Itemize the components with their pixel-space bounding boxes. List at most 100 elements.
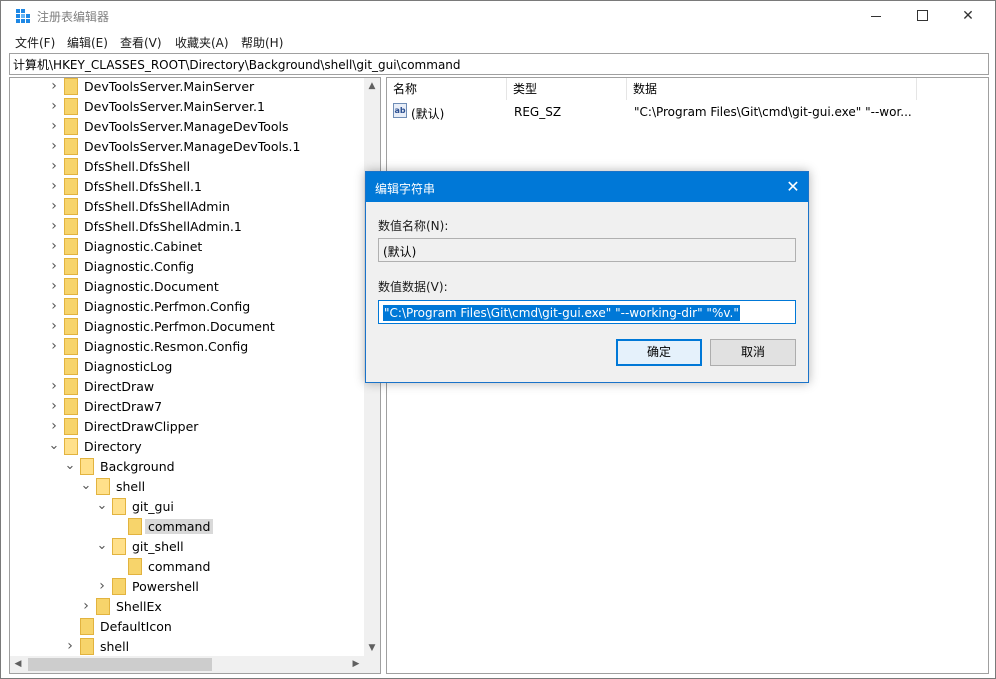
column-data-header[interactable]: 数据 [627,78,917,100]
tree-item[interactable]: › DevToolsServer.ManageDevTools.1 [10,137,360,157]
ok-button[interactable]: 确定 [616,339,702,366]
value-data-label: 数值数据(V): [378,280,448,294]
tree-item[interactable]: ⌄ git_gui [10,497,360,517]
chevron-right-icon[interactable]: › [48,259,60,273]
folder-icon [64,438,78,455]
menu-view[interactable]: 查看(V) [120,34,162,51]
chevron-down-icon[interactable]: ⌄ [80,479,92,492]
value-data: "C:\Program Files\Git\cmd\git-gui.exe" "… [634,105,912,119]
folder-icon [128,558,142,575]
scroll-thumb[interactable] [28,658,212,671]
chevron-right-icon[interactable]: › [48,179,60,193]
address-bar[interactable]: 计算机\HKEY_CLASSES_ROOT\Directory\Backgrou… [9,53,989,75]
tree-item[interactable]: › Powershell [10,577,360,597]
tree-horizontal-scrollbar[interactable]: ◀ ▶ [10,656,364,673]
chevron-right-icon[interactable]: › [48,419,60,433]
tree-item[interactable]: › shell [10,637,360,657]
chevron-right-icon[interactable]: › [48,399,60,413]
tree-item[interactable]: command [10,517,360,537]
folder-icon [64,378,78,395]
tree-item[interactable]: ⌄ shell [10,477,360,497]
value-data-input[interactable]: "C:\Program Files\Git\cmd\git-gui.exe" "… [378,300,796,324]
scroll-corner [364,656,380,673]
tree-item[interactable]: › DevToolsServer.MainServer.1 [10,97,360,117]
tree-item[interactable]: › DfsShell.DfsShell [10,157,360,177]
folder-icon [64,178,78,195]
chevron-right-icon[interactable]: › [48,79,60,93]
chevron-down-icon[interactable]: ⌄ [48,439,60,452]
chevron-right-icon[interactable]: › [64,639,76,653]
chevron-right-icon[interactable]: › [80,599,92,613]
tree-item[interactable]: ⌄ Directory [10,437,360,457]
menu-file[interactable]: 文件(F) [15,34,55,51]
tree-item-label: DevToolsServer.MainServer.1 [84,99,265,114]
tree-item[interactable]: › ShellEx [10,597,360,617]
scroll-down-icon[interactable]: ▼ [364,640,380,656]
tree-item[interactable]: › DevToolsServer.MainServer [10,78,360,97]
tree-item[interactable]: ⌄ Background [10,457,360,477]
chevron-right-icon[interactable]: › [48,159,60,173]
tree-item[interactable]: › Diagnostic.Perfmon.Document [10,317,360,337]
chevron-right-icon[interactable]: › [48,239,60,253]
chevron-right-icon[interactable]: › [48,299,60,313]
tree-item[interactable]: › DfsShell.DfsShell.1 [10,177,360,197]
tree-item[interactable]: › Diagnostic.Cabinet [10,237,360,257]
chevron-right-icon[interactable]: › [48,379,60,393]
close-button[interactable]: ✕ [945,1,991,31]
tree-pane[interactable]: › DevToolsServer.MainServer › DevToolsServe… [9,77,381,674]
folder-icon [64,118,78,135]
tree-item-label: git_gui [132,499,174,514]
menu-favorites[interactable]: 收藏夹(A) [175,34,229,51]
tree-item[interactable]: › Diagnostic.Document [10,277,360,297]
tree-item-label: command [145,519,214,534]
scroll-up-icon[interactable]: ▲ [364,78,380,94]
column-type-header[interactable]: 类型 [507,78,627,100]
chevron-right-icon[interactable]: › [48,119,60,133]
menu-help[interactable]: 帮助(H) [241,34,283,51]
chevron-right-icon[interactable]: › [48,219,60,233]
chevron-right-icon[interactable]: › [48,199,60,213]
menu-edit[interactable]: 编辑(E) [67,34,108,51]
tree-item-label: DirectDraw [84,379,155,394]
chevron-right-icon[interactable]: › [48,99,60,113]
value-row[interactable]: ab (默认) REG_SZ "C:\Program Files\Git\cmd… [387,102,988,122]
scroll-left-icon[interactable]: ◀ [10,656,26,673]
edit-string-dialog: 编辑字符串 ✕ 数值名称(N): (默认) 数值数据(V): "C:\Progr… [365,171,809,383]
cancel-button[interactable]: 取消 [710,339,796,366]
tree-item[interactable]: › DfsShell.DfsShellAdmin.1 [10,217,360,237]
chevron-right-icon[interactable]: › [48,339,60,353]
folder-icon [64,198,78,215]
chevron-right-icon[interactable]: › [48,319,60,333]
chevron-right-icon[interactable]: › [48,139,60,153]
dialog-close-button[interactable]: ✕ [778,172,808,202]
folder-icon [64,98,78,115]
maximize-button[interactable] [899,1,945,31]
tree-item-label: DirectDraw7 [84,399,163,414]
folder-icon [64,238,78,255]
tree-item[interactable]: DefaultIcon [10,617,360,637]
address-path: 计算机\HKEY_CLASSES_ROOT\Directory\Backgrou… [13,58,461,72]
tree-item[interactable]: DiagnosticLog [10,357,360,377]
tree-item[interactable]: ⌄ git_shell [10,537,360,557]
chevron-down-icon[interactable]: ⌄ [96,539,108,552]
scroll-right-icon[interactable]: ▶ [348,656,364,673]
tree-item[interactable]: › DirectDraw [10,377,360,397]
tree-item[interactable]: › DevToolsServer.ManageDevTools [10,117,360,137]
folder-icon [64,298,78,315]
chevron-right-icon[interactable]: › [48,279,60,293]
tree-item[interactable]: › DirectDraw7 [10,397,360,417]
tree-item[interactable]: › Diagnostic.Perfmon.Config [10,297,360,317]
column-name-header[interactable]: 名称 [387,78,507,100]
folder-icon [96,598,110,615]
chevron-down-icon[interactable]: ⌄ [96,499,108,512]
tree-item[interactable]: command [10,557,360,577]
chevron-right-icon[interactable]: › [96,579,108,593]
tree-item[interactable]: › DfsShell.DfsShellAdmin [10,197,360,217]
minimize-button[interactable] [853,1,899,31]
value-name-label: 数值名称(N): [378,219,449,233]
tree-item[interactable]: › Diagnostic.Resmon.Config [10,337,360,357]
chevron-down-icon[interactable]: ⌄ [64,459,76,472]
tree-item[interactable]: › Diagnostic.Config [10,257,360,277]
tree-item[interactable]: › DirectDrawClipper [10,417,360,437]
value-name-text: (默认) [383,245,417,259]
